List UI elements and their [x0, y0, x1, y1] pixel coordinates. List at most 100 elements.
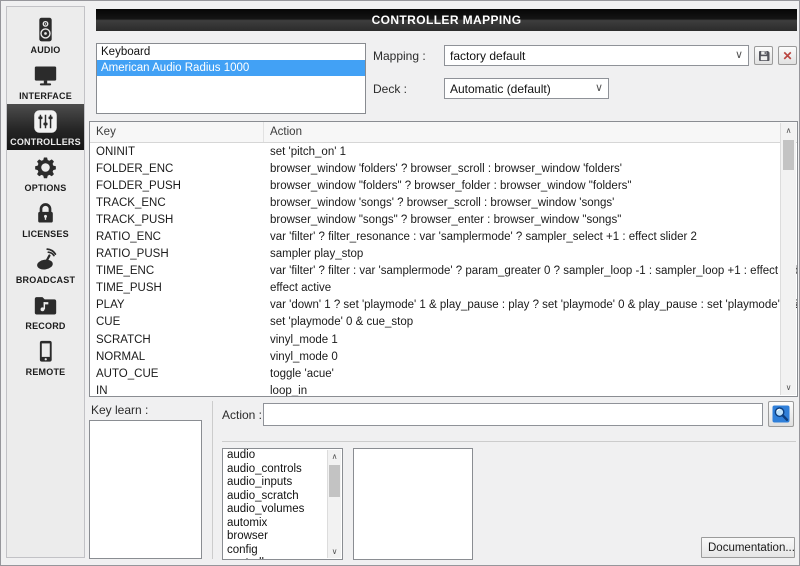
keyword-item[interactable]: automix — [223, 517, 342, 531]
action-cell: set 'pitch_on' 1 — [264, 146, 797, 158]
keyword-item[interactable]: config — [223, 544, 342, 558]
deck-label: Deck : — [373, 82, 407, 96]
key-cell: RATIO_ENC — [90, 231, 264, 243]
action-cell: browser_window "folders" ? browser_folde… — [264, 180, 797, 192]
panel-titlebar: CONTROLLER MAPPING — [96, 9, 797, 31]
device-item-american-audio-radius-1000[interactable]: American Audio Radius 1000 — [97, 60, 365, 76]
action-input[interactable] — [263, 403, 763, 426]
action-label: Action : — [222, 408, 262, 422]
table-scrollbar[interactable]: ∧ ∨ — [780, 123, 796, 395]
table-row[interactable]: AUTO_CUEtoggle 'acue' — [90, 365, 797, 382]
documentation-button[interactable]: Documentation... — [701, 537, 795, 558]
keyword-item[interactable]: controller — [223, 557, 342, 560]
keyword-detail-list[interactable] — [353, 448, 473, 560]
column-header-action[interactable]: Action — [264, 122, 797, 142]
key-cell: FOLDER_ENC — [90, 163, 264, 175]
table-row[interactable]: SCRATCHvinyl_mode 1 — [90, 331, 797, 348]
save-mapping-button[interactable] — [754, 46, 773, 65]
table-row[interactable]: INloop_in — [90, 382, 797, 397]
key-cell: TRACK_PUSH — [90, 214, 264, 226]
table-row[interactable]: TIME_ENCvar 'filter' ? filter : var 'sam… — [90, 263, 797, 280]
device-item-keyboard[interactable]: Keyboard — [97, 44, 365, 60]
sidebar-item-controllers[interactable]: CONTROLLERS — [7, 104, 84, 150]
table-row[interactable]: TRACK_ENCbrowser_window 'songs' ? browse… — [90, 194, 797, 211]
remote-device-icon — [32, 338, 59, 365]
sidebar-item-licenses[interactable]: LICENSES — [7, 196, 84, 242]
keyword-item[interactable]: audio_scratch — [223, 490, 342, 504]
floppy-save-icon — [758, 50, 770, 62]
key-cell: TRACK_ENC — [90, 197, 264, 209]
search-icon — [772, 405, 790, 423]
close-x-icon: ✕ — [782, 50, 792, 62]
chevron-down-icon: ∨ — [595, 81, 603, 94]
scroll-down-icon[interactable]: ∨ — [328, 545, 341, 558]
settings-sidebar: AUDIO INTERFACE CONTROLLERS — [6, 6, 85, 558]
table-row[interactable]: FOLDER_ENCbrowser_window 'folders' ? bro… — [90, 160, 797, 177]
key-learn-box[interactable] — [89, 420, 202, 559]
key-cell: PLAY — [90, 299, 264, 311]
sidebar-item-audio[interactable]: AUDIO — [7, 12, 84, 58]
table-row[interactable]: CUEset 'playmode' 0 & cue_stop — [90, 314, 797, 331]
keyword-scrollbar[interactable]: ∧ ∨ — [327, 450, 341, 558]
broadcast-antenna-icon — [32, 246, 59, 273]
deck-select[interactable]: Automatic (default) ∨ — [444, 78, 609, 99]
table-scrollbar-thumb[interactable] — [783, 140, 794, 170]
action-cell: vinyl_mode 1 — [264, 334, 797, 346]
delete-mapping-button[interactable]: ✕ — [778, 46, 797, 65]
sidebar-item-options[interactable]: OPTIONS — [7, 150, 84, 196]
mapping-select-value: factory default — [450, 49, 525, 63]
monitor-icon — [32, 62, 59, 89]
gear-icon — [32, 154, 59, 181]
mapping-table-header: Key Action — [90, 122, 797, 143]
table-row[interactable]: RATIO_ENCvar 'filter' ? filter_resonance… — [90, 228, 797, 245]
sidebar-item-remote[interactable]: REMOTE — [7, 334, 84, 380]
action-cell: browser_window 'folders' ? browser_scrol… — [264, 163, 797, 175]
controller-mapping-window: AUDIO INTERFACE CONTROLLERS — [0, 0, 800, 566]
mixer-sliders-icon — [32, 108, 59, 135]
keyword-scrollbar-thumb[interactable] — [329, 465, 340, 497]
action-cell: var 'filter' ? filter_resonance : var 's… — [264, 231, 797, 243]
mapping-select[interactable]: factory default ∨ — [444, 45, 749, 66]
key-cell: FOLDER_PUSH — [90, 180, 264, 192]
action-cell: vinyl_mode 0 — [264, 351, 797, 363]
horizontal-divider — [222, 441, 796, 442]
keyword-item[interactable]: audio_volumes — [223, 503, 342, 517]
table-row[interactable]: RATIO_PUSHsampler play_stop — [90, 246, 797, 263]
keyword-item[interactable]: browser — [223, 530, 342, 544]
table-row[interactable]: TIME_PUSHeffect active — [90, 280, 797, 297]
scroll-up-icon[interactable]: ∧ — [781, 123, 796, 138]
keyword-item[interactable]: audio — [223, 449, 342, 463]
keyword-item[interactable]: audio_controls — [223, 463, 342, 477]
table-row[interactable]: PLAYvar 'down' 1 ? set 'playmode' 1 & pl… — [90, 297, 797, 314]
record-folder-icon — [32, 292, 59, 319]
mapping-label: Mapping : — [373, 49, 426, 63]
table-row[interactable]: TRACK_PUSHbrowser_window "songs" ? brows… — [90, 211, 797, 228]
column-header-key[interactable]: Key — [90, 122, 264, 142]
key-cell: ONINIT — [90, 146, 264, 158]
keyword-item[interactable]: audio_inputs — [223, 476, 342, 490]
sidebar-item-record[interactable]: RECORD — [7, 288, 84, 334]
key-cell: NORMAL — [90, 351, 264, 363]
key-learn-label: Key learn : — [91, 403, 148, 417]
table-row[interactable]: FOLDER_PUSHbrowser_window "folders" ? br… — [90, 177, 797, 194]
action-cell: browser_window 'songs' ? browser_scroll … — [264, 197, 797, 209]
action-cell: browser_window "songs" ? browser_enter :… — [264, 214, 797, 226]
sidebar-item-interface[interactable]: INTERFACE — [7, 58, 84, 104]
key-cell: SCRATCH — [90, 334, 264, 346]
sidebar-label-remote: REMOTE — [26, 367, 66, 377]
action-search-button[interactable] — [768, 401, 794, 427]
deck-select-value: Automatic (default) — [450, 82, 551, 96]
key-cell: IN — [90, 385, 264, 397]
scroll-up-icon[interactable]: ∧ — [328, 450, 341, 463]
sidebar-label-audio: AUDIO — [31, 45, 61, 55]
vertical-divider — [212, 401, 213, 559]
table-row[interactable]: NORMALvinyl_mode 0 — [90, 348, 797, 365]
scroll-down-icon[interactable]: ∨ — [781, 380, 796, 395]
action-cell: effect active — [264, 282, 797, 294]
sidebar-label-options: OPTIONS — [25, 183, 67, 193]
chevron-down-icon: ∨ — [735, 48, 743, 61]
table-row[interactable]: ONINITset 'pitch_on' 1 — [90, 143, 797, 160]
sidebar-label-record: RECORD — [25, 321, 65, 331]
keyword-list: audio audio_controls audio_inputs audio_… — [222, 448, 343, 560]
sidebar-item-broadcast[interactable]: BROADCAST — [7, 242, 84, 288]
